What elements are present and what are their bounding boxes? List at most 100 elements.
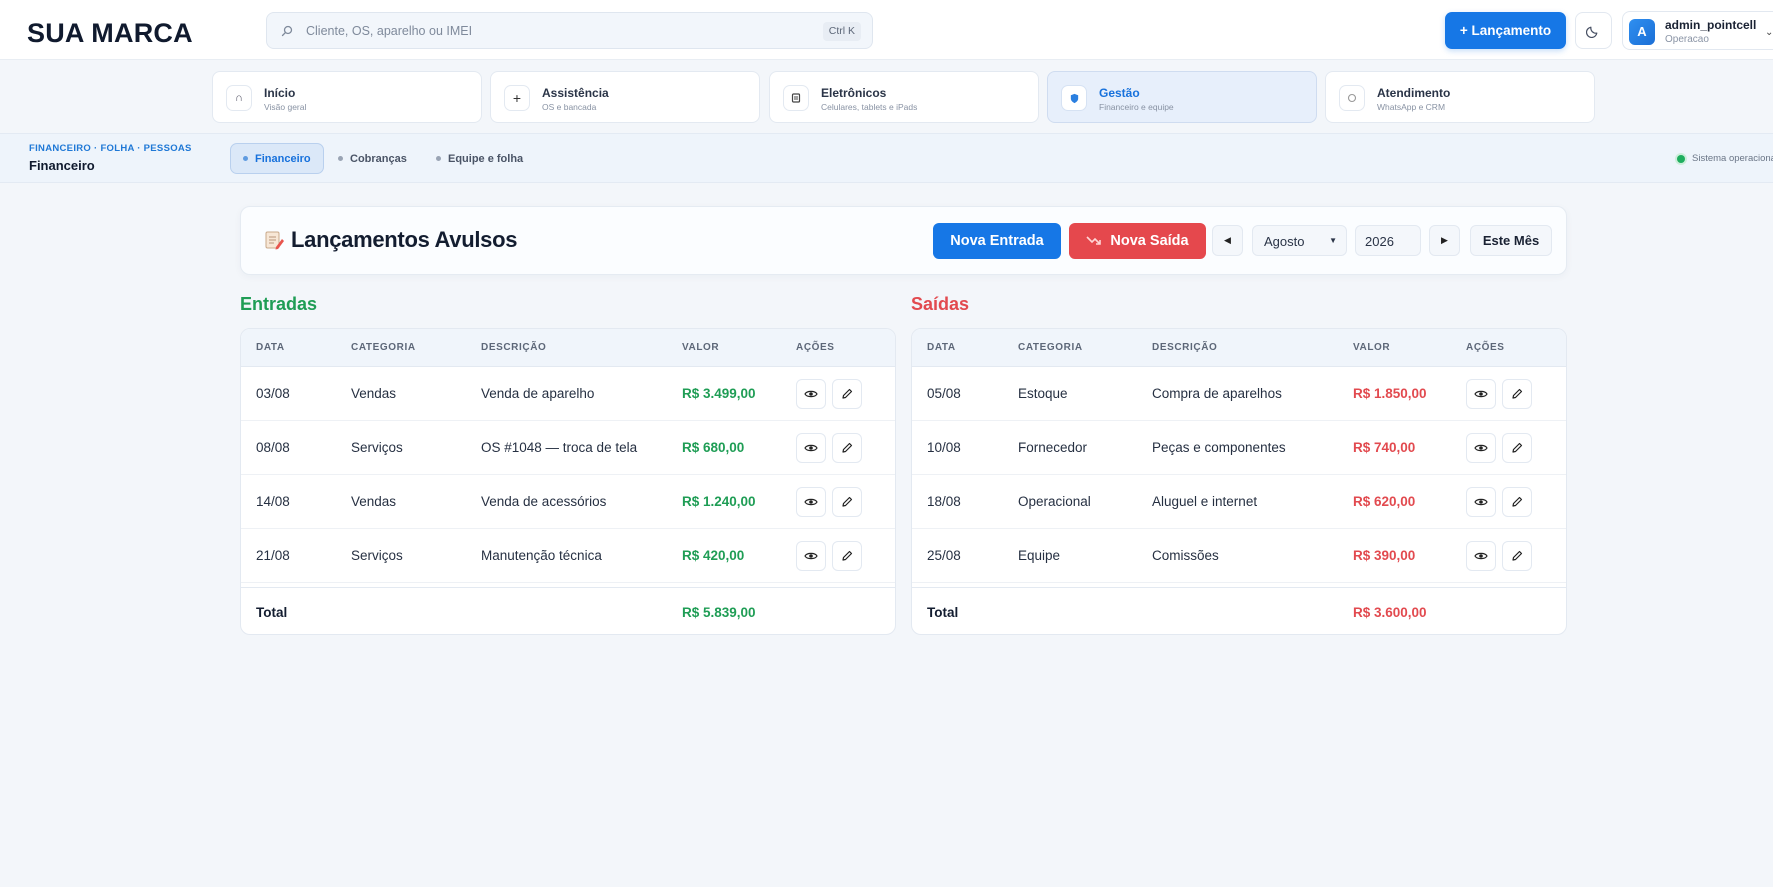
tab-equipe-folha[interactable]: Equipe e folha [424, 143, 535, 174]
edit-button[interactable] [1502, 487, 1532, 517]
module-eletronicos[interactable]: Eletrônicos Celulares, tablets e iPads [769, 71, 1039, 123]
total-value: R$ 5.839,00 [682, 605, 756, 620]
table-row: 03/08 Vendas Venda de aparelho R$ 3.499,… [241, 367, 895, 421]
edit-button[interactable] [832, 487, 862, 517]
total-value: R$ 3.600,00 [1353, 605, 1427, 620]
eye-icon [1474, 444, 1488, 452]
cell-description: Aluguel e internet [1152, 494, 1258, 509]
module-gestao[interactable]: Gestão Financeiro e equipe [1047, 71, 1317, 123]
eye-icon [1474, 390, 1488, 398]
tab-label: Equipe e folha [448, 152, 524, 165]
column-header: VALOR [1353, 342, 1391, 353]
edit-button[interactable] [1502, 433, 1532, 463]
view-button[interactable] [796, 433, 826, 463]
cell-date: 10/08 [927, 440, 961, 455]
view-button[interactable] [796, 487, 826, 517]
table-row: 25/08 Equipe Comissões R$ 390,00 [912, 529, 1566, 583]
new-expense-label: Nova Saída [1110, 233, 1189, 249]
income-title: Entradas [240, 294, 318, 314]
table-row: 08/08 Serviços OS #1048 — troca de tela … [241, 421, 895, 475]
status-dot [1677, 154, 1685, 163]
year-input[interactable]: 2026 [1355, 225, 1421, 256]
cell-description: Manutenção técnica [481, 548, 602, 563]
prev-month-button[interactable]: ◀ [1212, 225, 1243, 256]
chevron-down-icon: ⌄ [1765, 27, 1773, 38]
eye-icon [804, 444, 818, 452]
sub-navigation: FINANCEIRO · FOLHA · PESSOAS Financeiro … [0, 133, 1773, 183]
month-select[interactable]: Agosto ▼ [1252, 225, 1347, 256]
cell-category: Estoque [1018, 386, 1068, 401]
table-header: DATA CATEGORIA DESCRIÇÃO VALOR AÇÕES [912, 329, 1566, 367]
new-income-button[interactable]: Nova Entrada [933, 223, 1061, 259]
search-input[interactable]: Cliente, OS, aparelho ou IMEI Ctrl K [266, 12, 873, 49]
caret-left-icon: ◀ [1224, 235, 1231, 245]
pencil-icon [1512, 496, 1523, 507]
module-inicio[interactable]: ∩ Início Visão geral [212, 71, 482, 123]
column-header: DESCRIÇÃO [1152, 342, 1218, 353]
column-header: DATA [927, 342, 956, 353]
module-title: Eletrônicos [821, 86, 887, 100]
module-assistencia[interactable]: + Assistência OS e bancada [490, 71, 760, 123]
view-button[interactable] [1466, 487, 1496, 517]
view-button[interactable] [796, 541, 826, 571]
edit-button[interactable] [1502, 541, 1532, 571]
view-button[interactable] [796, 379, 826, 409]
this-month-button[interactable]: Este Mês [1470, 225, 1552, 256]
moon-icon [1586, 26, 1598, 38]
pencil-icon [1512, 442, 1523, 453]
top-bar: SUA MARCA Cliente, OS, aparelho ou IMEI … [0, 0, 1773, 60]
cell-value: R$ 3.499,00 [682, 386, 756, 401]
module-subtitle: Visão geral [264, 102, 307, 112]
table-row: 21/08 Serviços Manutenção técnica R$ 420… [241, 529, 895, 583]
module-title: Assistência [542, 86, 609, 100]
column-header: DATA [256, 342, 285, 353]
table-footer: Total R$ 3.600,00 [912, 587, 1566, 634]
view-button[interactable] [1466, 541, 1496, 571]
cell-category: Vendas [351, 386, 397, 401]
module-subtitle: Financeiro e equipe [1099, 102, 1174, 112]
cell-date: 14/08 [256, 494, 290, 509]
trend-down-icon [1086, 236, 1102, 245]
new-entry-button[interactable]: + Lançamento [1445, 12, 1566, 49]
pencil-icon [842, 442, 853, 453]
cell-description: Peças e componentes [1152, 440, 1286, 455]
edit-button[interactable] [832, 379, 862, 409]
cell-value: R$ 620,00 [1353, 494, 1416, 509]
view-button[interactable] [1466, 433, 1496, 463]
tab-cobrancas[interactable]: Cobranças [326, 143, 419, 174]
eye-icon [804, 498, 818, 506]
system-status: Sistema operacional [1677, 153, 1773, 164]
edit-button[interactable] [832, 541, 862, 571]
edit-button[interactable] [1502, 379, 1532, 409]
expense-table: DATA CATEGORIA DESCRIÇÃO VALOR AÇÕES 05/… [911, 328, 1567, 635]
plus-icon: + [504, 85, 530, 111]
tab-financeiro[interactable]: Financeiro [230, 143, 324, 174]
cell-date: 08/08 [256, 440, 290, 455]
tab-label: Financeiro [255, 152, 311, 165]
cell-description: Venda de acessórios [481, 494, 607, 509]
column-header: CATEGORIA [1018, 342, 1083, 353]
cell-category: Operacional [1018, 494, 1091, 509]
eye-icon [1474, 552, 1488, 560]
tab-dot [338, 156, 343, 161]
cell-date: 03/08 [256, 386, 290, 401]
chat-icon [1339, 85, 1365, 111]
view-button[interactable] [1466, 379, 1496, 409]
table-header: DATA CATEGORIA DESCRIÇÃO VALOR AÇÕES [241, 329, 895, 367]
cell-date: 18/08 [927, 494, 961, 509]
theme-toggle-button[interactable] [1575, 12, 1612, 49]
caret-right-icon: ▶ [1441, 235, 1448, 245]
next-month-button[interactable]: ▶ [1429, 225, 1460, 256]
user-menu[interactable]: A admin_pointcell Operacao ⌄ [1622, 11, 1773, 50]
module-title: Atendimento [1377, 86, 1451, 100]
module-title: Gestão [1099, 86, 1140, 100]
pencil-icon [1512, 388, 1523, 399]
edit-button[interactable] [832, 433, 862, 463]
search-icon [281, 25, 293, 37]
search-shortcut-badge: Ctrl K [822, 22, 861, 41]
brand-logo[interactable]: SUA MARCA [27, 18, 193, 49]
chevron-down-icon: ▼ [1329, 236, 1337, 245]
cell-value: R$ 1.240,00 [682, 494, 756, 509]
module-atendimento[interactable]: Atendimento WhatsApp e CRM [1325, 71, 1595, 123]
new-expense-button[interactable]: Nova Saída [1069, 223, 1206, 259]
